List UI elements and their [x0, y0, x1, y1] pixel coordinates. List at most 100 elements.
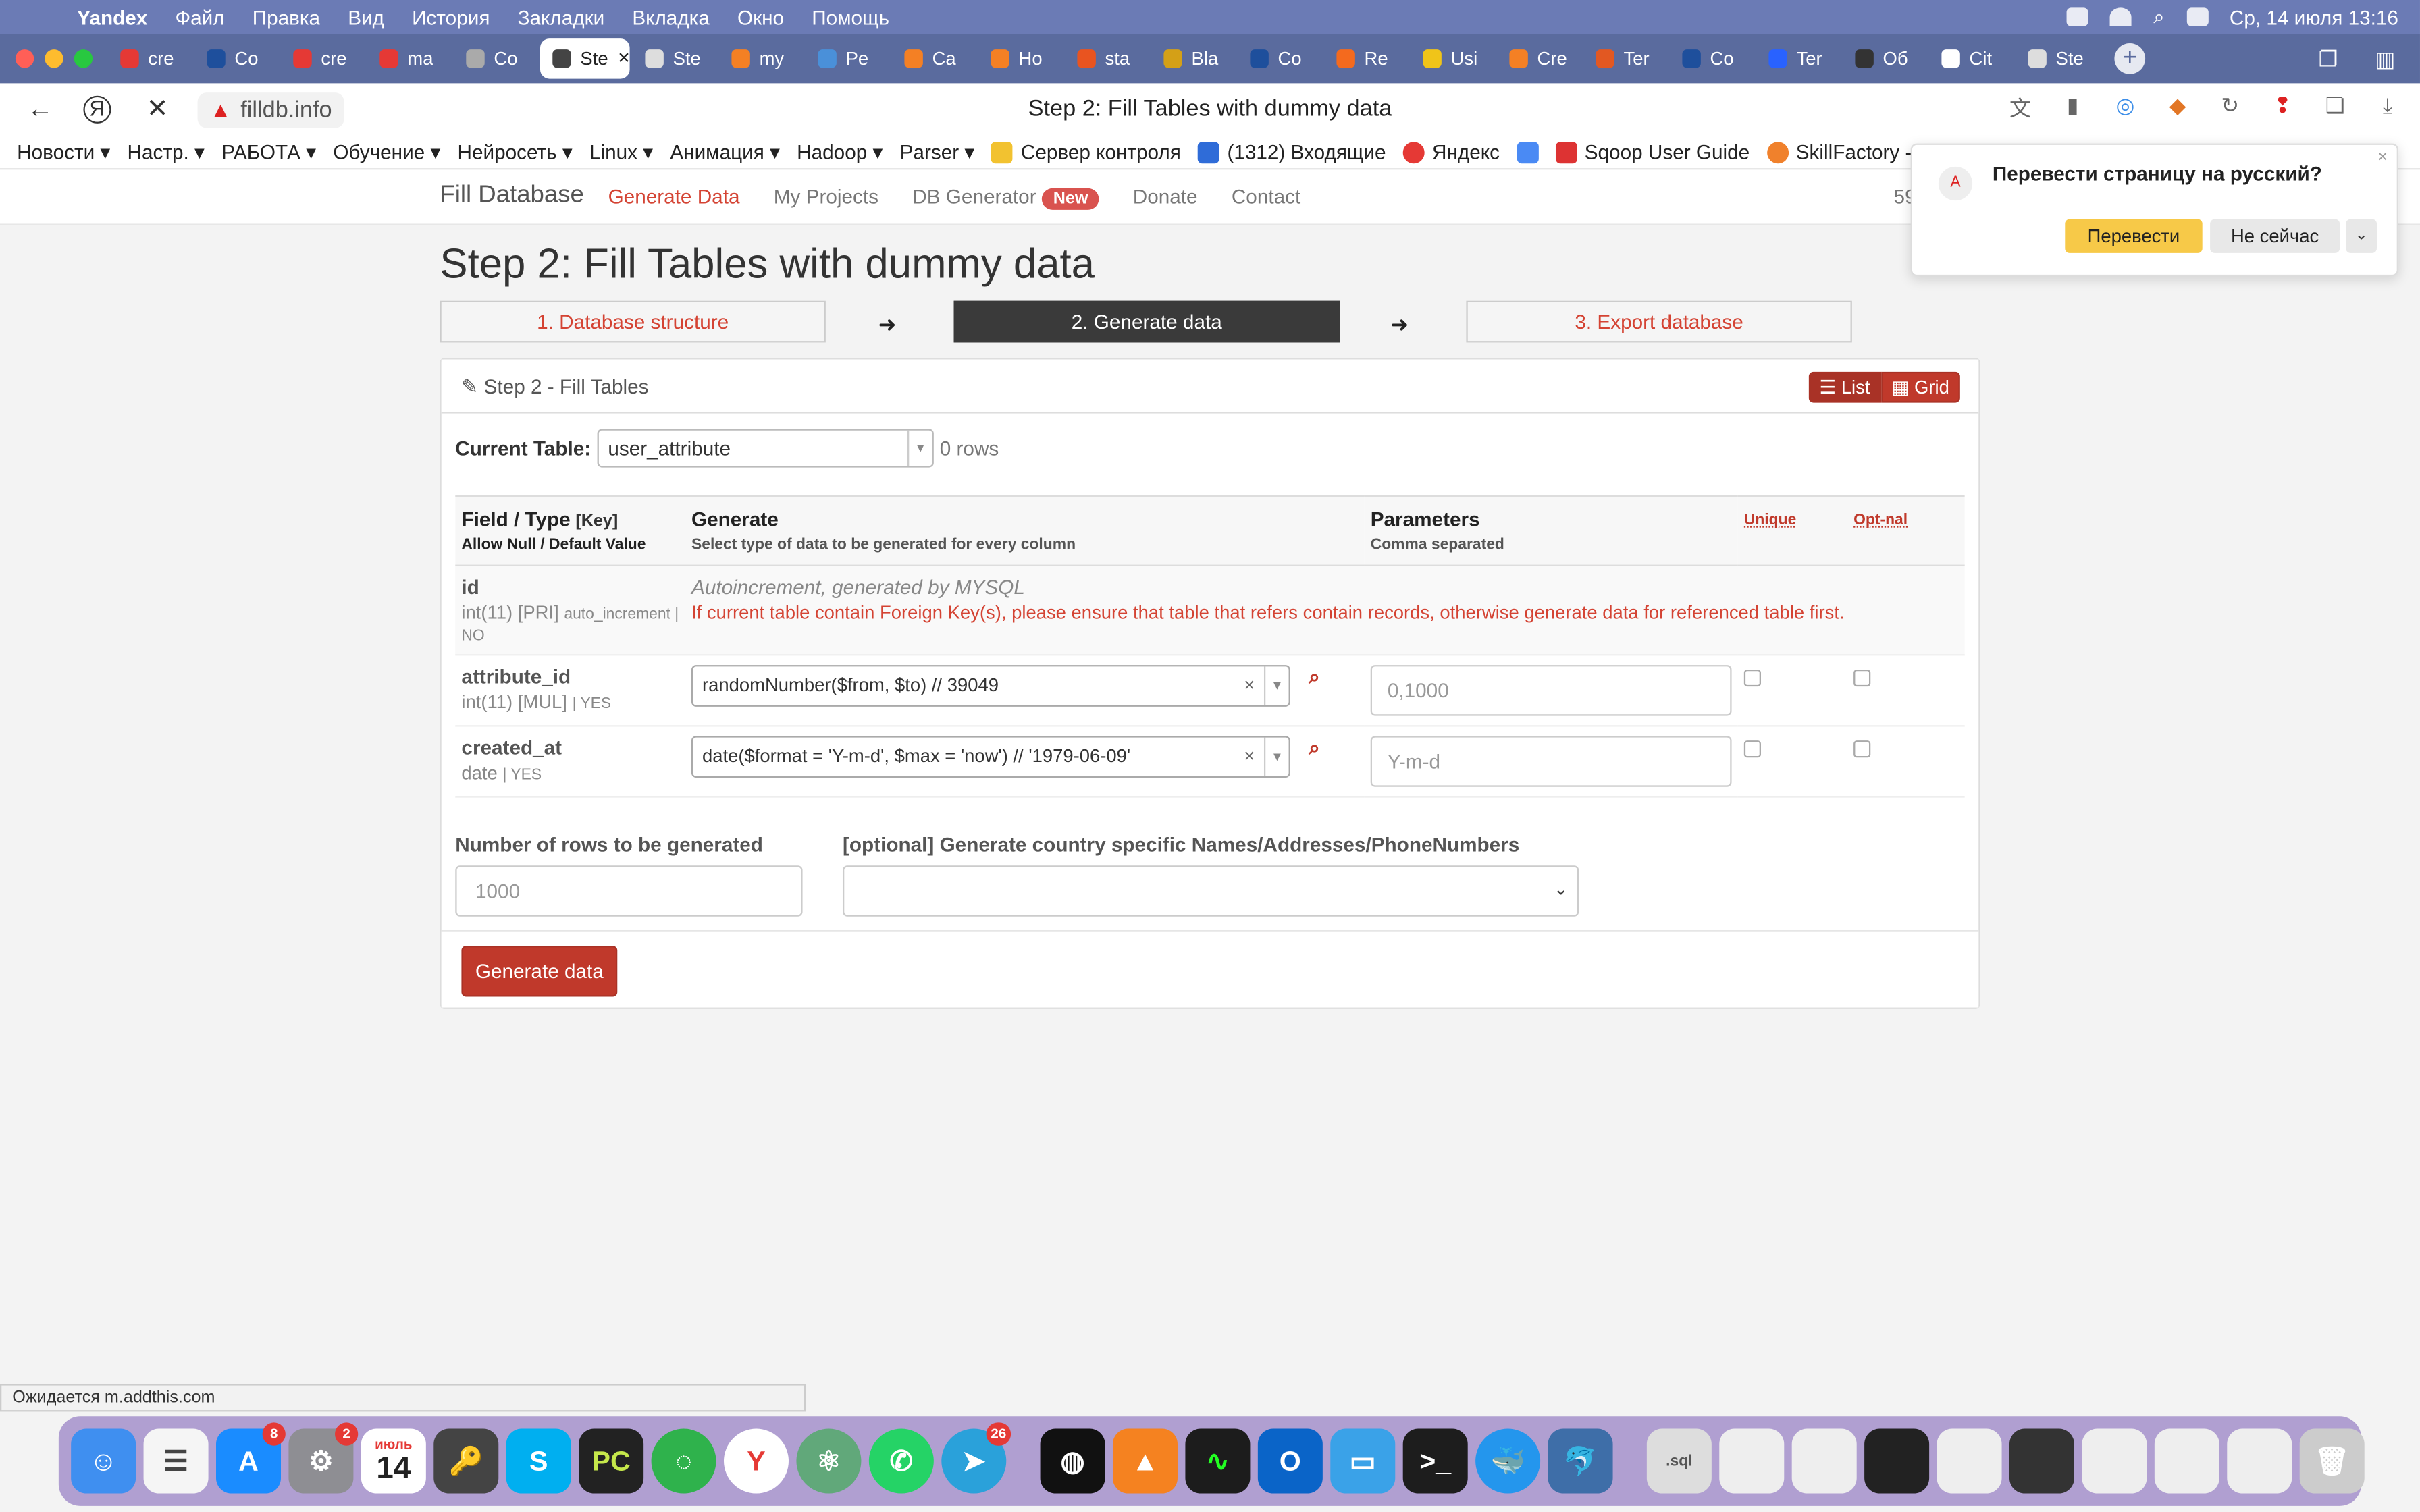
clear-icon[interactable]: ×	[1244, 738, 1255, 776]
display-icon[interactable]: ▭	[1330, 1428, 1396, 1494]
browser-tab[interactable]: Ste	[2016, 38, 2099, 78]
chevron-down-icon[interactable]: ▼	[1263, 737, 1289, 776]
generate-data-button[interactable]: Generate data	[461, 946, 618, 997]
outlook-icon[interactable]: O	[1257, 1428, 1323, 1494]
reminders-icon[interactable]: ☰	[143, 1428, 209, 1494]
menu-app-name[interactable]: Yandex	[77, 5, 147, 28]
image-thumbnail-icon[interactable]	[1864, 1428, 1930, 1494]
nav-generate-data[interactable]: Generate Data	[608, 185, 740, 208]
activity-monitor-icon[interactable]: ∿	[1185, 1428, 1251, 1494]
terminal-icon[interactable]: >_	[1402, 1428, 1468, 1494]
bookmark-news[interactable]: Новости ▾	[17, 140, 110, 165]
close-window-button[interactable]	[15, 49, 34, 68]
sidebar-toggle-icon[interactable]: ▥	[2375, 47, 2395, 73]
bookmark-translate[interactable]	[1517, 141, 1539, 163]
pin-extension-icon[interactable]: ❢	[2269, 92, 2296, 120]
nav-contact[interactable]: Contact	[1232, 185, 1300, 208]
browser-tab[interactable]: Pe	[806, 38, 889, 78]
extension-circle-icon[interactable]: ◎	[2111, 92, 2139, 120]
system-settings-icon[interactable]: ⚙ 2	[288, 1422, 359, 1494]
browser-tab[interactable]: Bla	[1151, 38, 1234, 78]
browser-tab[interactable]: Об	[1843, 38, 1926, 78]
browser-tab[interactable]: Ste	[633, 38, 716, 78]
finder-icon[interactable]: ☺	[71, 1428, 136, 1494]
chevron-down-icon[interactable]: ⌄	[2346, 219, 2377, 253]
browser-tab[interactable]: Cre	[1497, 38, 1580, 78]
generator-select[interactable]: randomNumber($from, $to) // 39049 × ▼	[691, 665, 1290, 707]
browser-tab[interactable]: Usi	[1411, 38, 1494, 78]
menu-view[interactable]: Вид	[348, 5, 384, 28]
bookmark-hadoop[interactable]: Hadoop ▾	[797, 140, 883, 165]
optional-checkbox[interactable]	[1853, 669, 1871, 687]
yandex-browser-icon[interactable]: Y	[723, 1428, 789, 1494]
clear-icon[interactable]: ×	[1244, 666, 1255, 705]
document-thumbnail-icon[interactable]	[1791, 1428, 1857, 1494]
current-table-select[interactable]: user_attribute ▼	[597, 429, 934, 468]
unique-checkbox[interactable]	[1743, 740, 1761, 758]
optional-checkbox[interactable]	[1853, 740, 1871, 758]
translate-no-button[interactable]: Не сейчас	[2210, 219, 2340, 253]
atom-icon[interactable]: ⚛	[796, 1428, 862, 1494]
url-text[interactable]: filldb.info	[240, 97, 332, 123]
browser-tab[interactable]: Co	[194, 38, 278, 78]
rows-input[interactable]: 1000	[455, 865, 803, 917]
close-icon[interactable]: ×	[2377, 148, 2388, 166]
menu-tab[interactable]: Вкладка	[632, 5, 710, 28]
browser-tab[interactable]: my	[719, 38, 802, 78]
chevron-down-icon[interactable]: ▼	[907, 430, 932, 466]
browser-tab[interactable]: Ter	[1583, 38, 1666, 78]
header-unique[interactable]: Unique	[1744, 512, 1796, 529]
generator-select[interactable]: date($format = 'Y-m-d', $max = 'now') //…	[691, 736, 1290, 778]
list-view-button[interactable]: ☰ List	[1808, 371, 1881, 403]
search-icon[interactable]: ⌕	[1309, 665, 1320, 690]
browser-tab[interactable]: ma	[367, 38, 450, 78]
document-thumbnail-icon[interactable]	[1937, 1428, 2002, 1494]
vlc-icon[interactable]: ▲	[1112, 1428, 1178, 1494]
trash-icon[interactable]: 🗑	[2299, 1428, 2365, 1494]
bookmark-settings[interactable]: Настр. ▾	[127, 140, 204, 165]
unique-checkbox[interactable]	[1743, 669, 1761, 687]
browser-tab[interactable]: Co	[1670, 38, 1753, 78]
site-brand[interactable]: Fill Database	[440, 182, 583, 210]
document-thumbnail-icon[interactable]	[2154, 1428, 2219, 1494]
wifi-icon[interactable]	[2110, 7, 2132, 26]
header-optional[interactable]: Opt-nal	[1853, 512, 1908, 529]
document-thumbnail-icon[interactable]	[2227, 1428, 2292, 1494]
document-thumbnail-icon[interactable]	[2082, 1428, 2147, 1494]
collections-icon[interactable]: ❏	[2321, 92, 2349, 120]
refresh-extension-icon[interactable]: ↻	[2216, 92, 2244, 120]
close-tab-icon[interactable]: ✕	[617, 50, 629, 67]
app-store-icon[interactable]: A8	[215, 1422, 286, 1494]
menu-edit[interactable]: Правка	[253, 5, 320, 28]
bookmark-server-control[interactable]: Сервер контроля	[991, 140, 1181, 163]
yandex-home-icon[interactable]: Я	[83, 95, 111, 124]
sql-file-icon[interactable]: .sql	[1646, 1428, 1712, 1494]
calendar-icon[interactable]: июль 14	[361, 1428, 426, 1494]
browser-tab[interactable]: Ca	[892, 38, 975, 78]
document-thumbnail-icon[interactable]	[1719, 1428, 1785, 1494]
search-icon[interactable]: ⌕	[2153, 5, 2165, 30]
translate-icon[interactable]: 文	[2006, 92, 2034, 121]
battery-icon[interactable]	[2067, 7, 2089, 26]
grid-view-button[interactable]: ▦ Grid	[1880, 371, 1960, 403]
browser-tab[interactable]: Cit	[1929, 38, 2012, 78]
back-icon[interactable]: ←	[22, 94, 59, 125]
browser-tab[interactable]: Re	[1324, 38, 1407, 78]
metamask-fox-icon[interactable]: ◆	[2164, 92, 2192, 120]
params-input[interactable]: Y-m-d	[1370, 736, 1732, 787]
loader-icon[interactable]: ◌	[651, 1428, 716, 1494]
stop-loading-icon[interactable]: ✕	[139, 94, 176, 125]
browser-tab[interactable]: cre	[281, 38, 364, 78]
bookmark-inbox[interactable]: (1312) Входящие	[1198, 140, 1386, 163]
browser-tab[interactable]: Co	[1238, 38, 1321, 78]
nav-my-projects[interactable]: My Projects	[774, 185, 878, 208]
browser-tab[interactable]: Co	[454, 38, 537, 78]
new-tab-button[interactable]: +	[2114, 43, 2146, 74]
minimize-window-button[interactable]	[45, 49, 63, 68]
bookmark-linux[interactable]: Linux ▾	[589, 140, 653, 165]
step-database-structure[interactable]: 1. Database structure	[440, 300, 826, 343]
downloads-icon[interactable]: ⤓	[2373, 92, 2401, 120]
insecure-warning-icon[interactable]: ▲	[210, 97, 232, 122]
search-icon[interactable]: ⌕	[1309, 736, 1320, 761]
tabs-overview-icon[interactable]: ❐	[2319, 47, 2338, 73]
